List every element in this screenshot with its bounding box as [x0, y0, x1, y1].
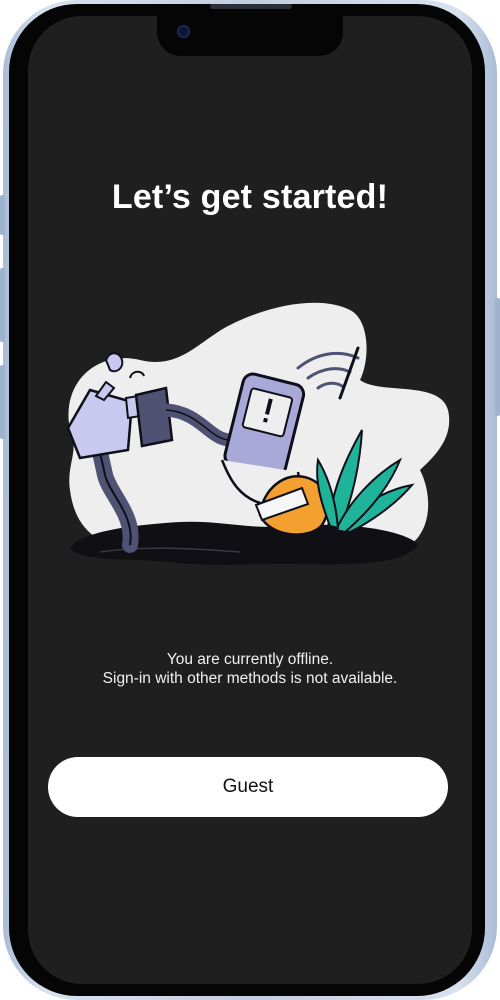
unplugged-phone-illustration — [66, 302, 450, 565]
offline-message-line2: Sign-in with other methods is not availa… — [102, 670, 398, 687]
page-title: Let’s get started! — [111, 178, 389, 216]
front-camera-icon — [177, 25, 190, 38]
phone-volume-down — [0, 365, 5, 439]
offline-message-line1: You are currently offline. — [166, 651, 334, 668]
guest-button-label: Guest — [222, 776, 274, 797]
phone-speaker — [210, 4, 292, 9]
guest-button[interactable]: Guest — [48, 757, 448, 817]
offline-message: You are currently offline. Sign-in with … — [0, 650, 500, 688]
phone-volume-up — [0, 268, 5, 342]
phone-power-button — [495, 298, 500, 416]
